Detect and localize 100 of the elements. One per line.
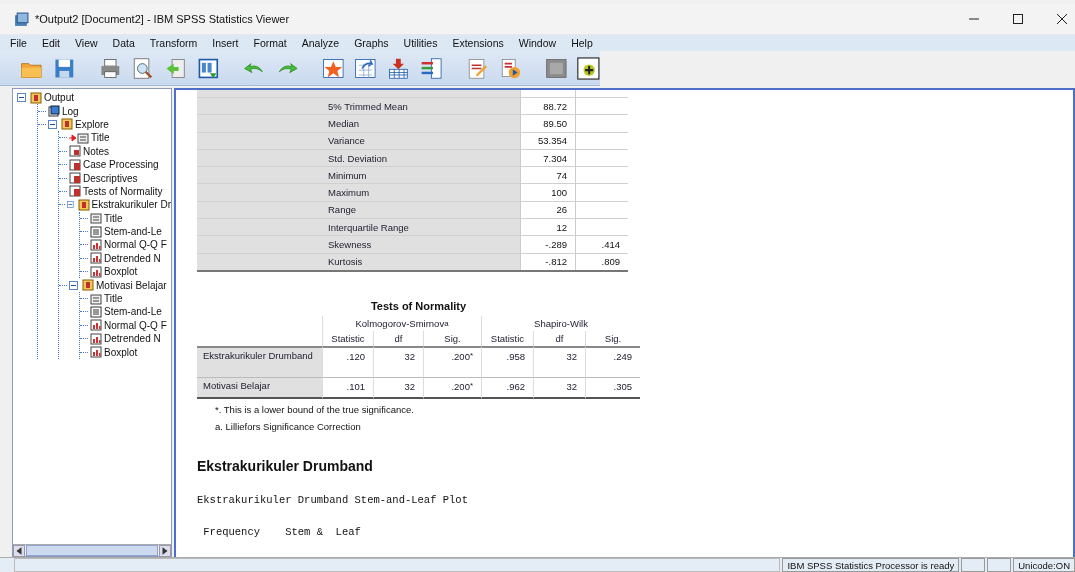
tree-item[interactable]: Title xyxy=(104,212,123,224)
tree-item[interactable]: Stem-and-Le xyxy=(104,306,162,318)
plot-title: Ekstrakurikuler Drumband Stem-and-Leaf Plot xyxy=(197,493,469,506)
table-row-label: Interquartile Range xyxy=(327,220,410,235)
tree-item[interactable]: Stem-and-Le xyxy=(104,226,162,238)
table-cell: .305 xyxy=(585,376,640,399)
table-footnote: *. This is a lower bound of the true significance. xyxy=(214,403,415,415)
column-header: df xyxy=(373,330,423,346)
table-icon xyxy=(69,185,81,198)
status-bar-panel xyxy=(987,558,1012,572)
document-icon xyxy=(77,131,89,144)
tree-item[interactable]: Detrended N xyxy=(104,252,161,264)
column-header: df xyxy=(533,330,585,346)
document-icon xyxy=(90,292,102,305)
document-icon xyxy=(90,212,102,225)
table-cell: .200$^{*}$ xyxy=(423,376,481,399)
table-icon xyxy=(69,158,81,171)
table-icon xyxy=(69,172,81,185)
bar-chart-icon xyxy=(90,332,102,345)
table-cell-text: 89.50 xyxy=(542,116,568,131)
menu-item[interactable]: Analyze xyxy=(301,37,340,49)
tree-item[interactable]: Tests of Normality xyxy=(83,185,163,197)
text-page-icon xyxy=(90,225,102,238)
tree-item[interactable]: Ekstrakurikuler Dr xyxy=(91,199,171,211)
tree-item[interactable]: Explore xyxy=(75,118,109,130)
table-row-label: Variance xyxy=(327,134,366,149)
scroll-left-icon[interactable] xyxy=(13,544,25,557)
menu-item[interactable]: File xyxy=(10,37,27,49)
bar-chart-icon xyxy=(90,239,102,251)
close-icon[interactable] xyxy=(1057,14,1067,24)
table-cell-text: 100 xyxy=(550,186,568,201)
tree-item[interactable]: Output xyxy=(44,92,75,104)
tree-item[interactable]: Boxplot xyxy=(104,346,138,358)
tree-item[interactable]: Descriptives xyxy=(83,172,138,184)
menu-item[interactable]: View xyxy=(75,37,98,49)
menu-item[interactable]: Extensions xyxy=(452,37,504,49)
tree-item[interactable]: Detrended N xyxy=(104,333,161,345)
bar-chart-icon xyxy=(90,319,102,332)
menu-item[interactable]: Graphs xyxy=(354,37,389,49)
table-footnote: a. Lilliefors Significance Correction xyxy=(214,420,362,432)
menu-item[interactable]: Transform xyxy=(149,37,198,49)
menu-item[interactable]: Format xyxy=(253,37,287,49)
table-cell-text: -.812 xyxy=(544,255,568,270)
table-cell: .101 xyxy=(322,376,373,399)
plot-column-headers: Frequency Stem & Leaf xyxy=(202,525,362,538)
table-cell: 32 xyxy=(533,376,585,399)
table-row-label: Kurtosis xyxy=(327,255,364,270)
column-group-header: Shapiro-Wilk xyxy=(481,315,640,331)
column-header: Statistic xyxy=(481,330,533,346)
collapse-icon[interactable] xyxy=(66,200,74,210)
menu-item[interactable]: Window xyxy=(518,37,557,49)
table-row-label: Motivasi Belajar xyxy=(197,376,322,399)
status-bar-panel xyxy=(961,558,986,572)
table-cell-text: 26 xyxy=(555,203,568,218)
maximize-icon[interactable] xyxy=(1013,14,1023,24)
menu-item[interactable]: Edit xyxy=(41,37,60,49)
bar-chart-icon xyxy=(90,346,102,359)
tree-item[interactable]: Case Processing xyxy=(83,159,159,171)
table-cell: .414 xyxy=(601,239,620,250)
table-cell-text: 88.72 xyxy=(542,99,568,114)
table-cell: .200$^{*}$ xyxy=(423,345,481,377)
menu-item[interactable]: Data xyxy=(112,37,135,49)
table-cell: .809 xyxy=(601,256,620,268)
tree-item[interactable]: Title xyxy=(91,132,110,144)
tree-item[interactable]: Motivasi Belajar xyxy=(96,279,167,291)
tree-item[interactable]: Normal Q-Q F xyxy=(104,319,167,331)
tree-item[interactable]: Log xyxy=(62,105,79,117)
tree-item[interactable]: Notes xyxy=(83,145,110,157)
horizontal-scrollbar[interactable] xyxy=(13,544,171,556)
table-cell: 32 xyxy=(373,345,423,377)
menu-item[interactable]: Utilities xyxy=(403,37,438,49)
menu-item[interactable]: Insert xyxy=(212,37,239,49)
bar-chart-icon xyxy=(90,252,102,265)
table-row-label: Median xyxy=(327,116,361,131)
bar-chart-icon xyxy=(90,265,102,278)
tree-item[interactable]: Normal Q-Q F xyxy=(104,239,167,251)
text-page-icon xyxy=(90,305,102,318)
collapse-icon[interactable] xyxy=(17,93,26,103)
plus-icon[interactable] xyxy=(577,54,601,82)
tree-item[interactable]: Title xyxy=(104,293,123,305)
table-cell: .958 xyxy=(481,345,533,377)
table-row-label: Minimum xyxy=(327,168,368,183)
book-icon xyxy=(61,118,73,131)
table-cell: .962 xyxy=(481,376,533,399)
collapse-icon[interactable] xyxy=(69,280,78,290)
log-icon xyxy=(48,105,60,118)
table-row-label: Std. Deviation xyxy=(327,151,389,166)
book-icon xyxy=(82,279,94,292)
menu-item[interactable]: Help xyxy=(571,37,593,49)
table-cell-text: -.289 xyxy=(544,238,568,252)
table-row-label: 5% Trimmed Mean xyxy=(327,99,409,114)
table-row-label: Range xyxy=(327,203,357,218)
collapse-icon[interactable] xyxy=(48,119,57,129)
scroll-right-icon[interactable] xyxy=(159,544,171,557)
status-encoding: Unicode:ON xyxy=(1013,558,1075,572)
table-cell: .120 xyxy=(322,345,373,377)
table-cell-text: 7.304 xyxy=(542,151,568,166)
table-cell: .249 xyxy=(585,345,640,377)
tree-item[interactable]: Boxplot xyxy=(104,266,138,278)
table-cell-text: 12 xyxy=(555,220,568,235)
